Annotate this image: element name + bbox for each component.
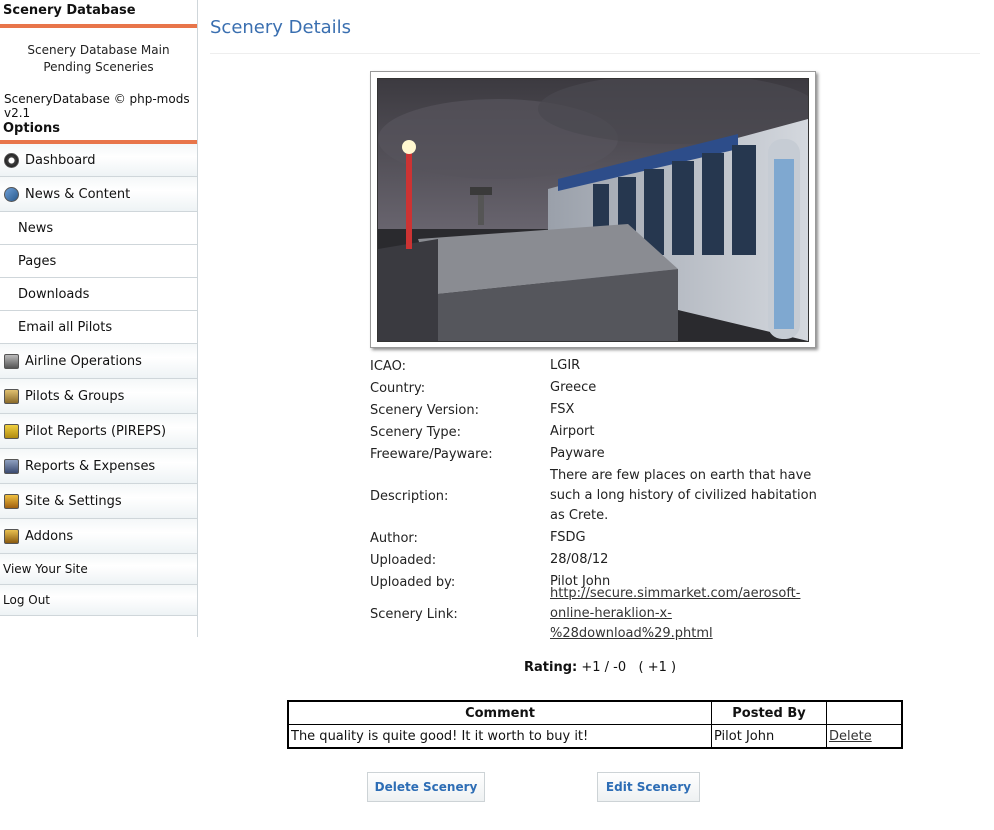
detail-label: Scenery Link: <box>370 606 458 622</box>
nav-dashboard[interactable]: Dashboard <box>0 144 197 177</box>
nav-site-settings[interactable]: Site & Settings <box>0 484 197 519</box>
detail-row: Uploaded: 28/08/12 <box>370 549 825 571</box>
delete-scenery-button[interactable]: Delete Scenery <box>367 772 485 802</box>
detail-label: Freeware/Payware: <box>370 446 493 462</box>
detail-value: LGIR <box>550 358 581 373</box>
nav-label: Site & Settings <box>25 493 122 509</box>
detail-label: ICAO: <box>370 358 406 374</box>
title-divider <box>210 53 980 54</box>
detail-row: Freeware/Payware: Payware <box>370 443 825 465</box>
nav-label: Pages <box>18 253 57 269</box>
table-row: The quality is quite good! It it worth t… <box>287 724 903 749</box>
sidebar-header: Scenery Database <box>0 0 197 28</box>
column-header-action <box>826 700 903 725</box>
column-header-comment: Comment <box>287 700 712 725</box>
nav-label: News <box>18 220 54 236</box>
detail-value: Airport <box>550 424 595 439</box>
scenery-details: ICAO: LGIR Country: Greece Scenery Version: F… <box>370 355 825 641</box>
detail-row: Author: FSDG <box>370 527 825 549</box>
scenery-link[interactable]: http://secure.simmarket.com/aerosoft-onl… <box>550 586 800 641</box>
detail-label: Uploaded: <box>370 552 437 568</box>
nav-pilots-groups[interactable]: Pilots & Groups <box>0 379 197 414</box>
copyright-vendor: php-mods <box>129 92 190 106</box>
nav-label: Addons <box>25 528 74 544</box>
link-pending-sceneries[interactable]: Pending Sceneries <box>0 59 197 76</box>
detail-row: Description: There are few places on eart… <box>370 465 825 527</box>
reports-icon <box>4 423 19 439</box>
nav-label: Dashboard <box>25 152 96 168</box>
detail-row: Scenery Link: http://secure.simmarket.com… <box>370 586 825 641</box>
link-scenery-database-main[interactable]: Scenery Database Main <box>0 42 197 59</box>
detail-row: ICAO: LGIR <box>370 355 825 377</box>
nav-label: Downloads <box>18 286 90 302</box>
addons-icon <box>4 528 19 544</box>
nav-addons[interactable]: Addons <box>0 519 197 554</box>
nav-news-content[interactable]: News & Content <box>0 177 197 212</box>
page-title: Scenery Details <box>210 17 352 38</box>
scenery-image <box>378 79 808 341</box>
column-header-posted-by: Posted By <box>711 700 827 725</box>
detail-value: 28/08/12 <box>550 552 609 567</box>
nav-label: Pilot Reports (PIREPS) <box>25 423 167 439</box>
nav-reports-expenses[interactable]: Reports & Expenses <box>0 449 197 484</box>
rating: Rating: +1 / -0 ( +1 ) <box>524 660 676 675</box>
nav-news[interactable]: News <box>0 212 197 245</box>
detail-label: Description: <box>370 488 449 504</box>
detail-value: Payware <box>550 446 605 461</box>
nav-label: View Your Site <box>3 562 88 576</box>
rating-label: Rating: <box>524 660 578 675</box>
comments-table: Comment Posted By The quality is quite g… <box>287 700 903 749</box>
sidebar: Scenery Database Scenery Database Main P… <box>0 0 198 637</box>
detail-value: Greece <box>550 380 597 395</box>
nav-airline-operations[interactable]: Airline Operations <box>0 344 197 379</box>
detail-label: Scenery Type: <box>370 424 462 440</box>
expenses-icon <box>4 458 19 474</box>
detail-row: Scenery Version: FSX <box>370 399 825 421</box>
detail-row: Country: Greece <box>370 377 825 399</box>
nav-label: Email all Pilots <box>18 319 113 335</box>
detail-row: Scenery Type: Airport <box>370 421 825 443</box>
options-header: Options <box>0 118 197 144</box>
airline-icon <box>4 353 19 369</box>
delete-comment-link[interactable]: Delete <box>829 729 872 744</box>
edit-scenery-button[interactable]: Edit Scenery <box>597 772 700 802</box>
pilots-icon <box>4 388 19 404</box>
copyright: SceneryDatabase © php-mods v2.1 <box>0 76 197 120</box>
nav-log-out[interactable]: Log Out <box>0 585 197 616</box>
globe-icon <box>4 186 19 202</box>
nav-downloads[interactable]: Downloads <box>0 278 197 311</box>
comment-text: The quality is quite good! It it worth t… <box>287 724 712 749</box>
detail-label: Author: <box>370 530 418 546</box>
sidebar-links: Scenery Database Main Pending Sceneries <box>0 28 197 76</box>
table-header-row: Comment Posted By <box>287 700 903 725</box>
nav-view-your-site[interactable]: View Your Site <box>0 554 197 585</box>
detail-value: http://secure.simmarket.com/aerosoft-onl… <box>550 584 825 644</box>
detail-value: FSDG <box>550 530 586 545</box>
dashboard-icon <box>4 152 19 168</box>
copyright-name: SceneryDatabase © <box>4 92 130 106</box>
detail-value: FSX <box>550 402 575 417</box>
nav-label: Pilots & Groups <box>25 388 125 404</box>
detail-label: Country: <box>370 380 426 396</box>
nav-label: Log Out <box>3 593 51 607</box>
settings-icon <box>4 493 19 509</box>
detail-value: There are few places on earth that have … <box>550 468 817 523</box>
nav-label: News & Content <box>25 186 131 202</box>
detail-label: Uploaded by: <box>370 574 456 590</box>
scenery-screenshot-frame <box>370 71 816 348</box>
detail-label: Scenery Version: <box>370 402 479 418</box>
nav-email-all-pilots[interactable]: Email all Pilots <box>0 311 197 344</box>
scenery-screenshot <box>377 78 809 342</box>
nav-pilot-reports[interactable]: Pilot Reports (PIREPS) <box>0 414 197 449</box>
nav-label: Reports & Expenses <box>25 458 156 474</box>
nav-pages[interactable]: Pages <box>0 245 197 278</box>
rating-value: +1 / -0 ( +1 ) <box>581 660 677 675</box>
nav-label: Airline Operations <box>25 353 142 369</box>
comment-author: Pilot John <box>711 724 827 749</box>
